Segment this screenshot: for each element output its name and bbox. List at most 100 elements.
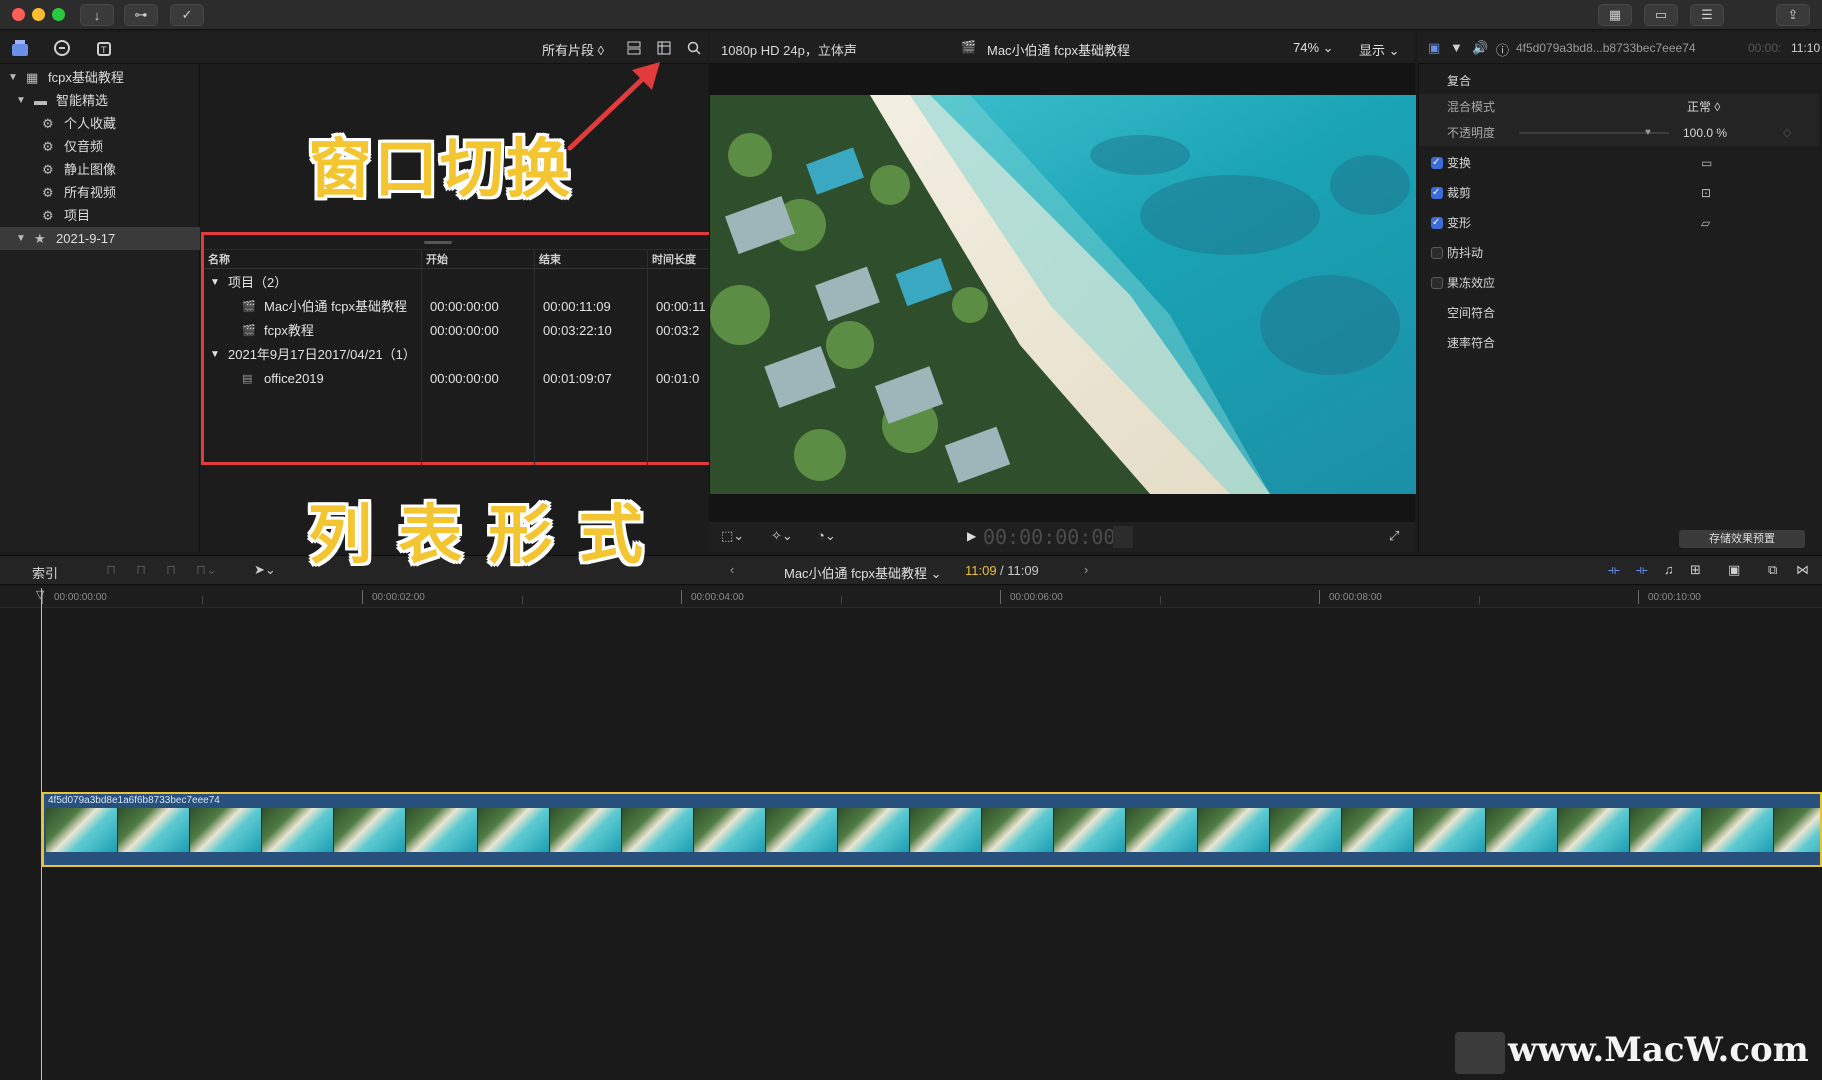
libraries-icon[interactable] — [10, 38, 30, 58]
forward-arrow-icon[interactable]: › — [1084, 562, 1088, 577]
smart-collection-item[interactable]: ⚙ 仅音频 — [0, 135, 200, 158]
info-inspector-icon[interactable]: ⓘ — [1496, 40, 1509, 59]
search-icon[interactable] — [686, 40, 702, 56]
effect-row-rolling-shutter[interactable]: 果冻效应 — [1419, 270, 1819, 296]
column-header-start[interactable]: 开始 — [426, 251, 448, 267]
column-header-duration[interactable]: 时间长度 — [652, 251, 696, 267]
list-group-row[interactable]: ▼ 项目（2） — [204, 271, 712, 295]
timeline-clip[interactable]: 4f5d079a3bd8e1a6f6b8733bec7eee74 — [42, 792, 1822, 867]
transform-checkbox[interactable] — [1431, 150, 1443, 176]
connect-clip-icon[interactable]: ⊓ — [106, 562, 116, 578]
photos-audio-icon[interactable] — [52, 38, 72, 58]
clip-appearance-icon[interactable]: ▣ — [1728, 562, 1740, 578]
overwrite-clip-icon[interactable]: ⊓⌄ — [196, 562, 217, 578]
select-tool-icon[interactable]: ➤⌄ — [254, 562, 276, 578]
opacity-slider-knob[interactable]: ♥ — [1645, 120, 1651, 146]
resize-handle[interactable] — [424, 241, 452, 244]
minimize-window-button[interactable] — [32, 8, 45, 21]
effect-row-crop[interactable]: 裁剪 ⊡ — [1419, 180, 1819, 206]
skimming-icon[interactable]: ⟛ — [1608, 562, 1620, 578]
video-inspector-icon[interactable]: ▣ — [1428, 40, 1440, 56]
crop-checkbox[interactable] — [1431, 180, 1443, 206]
insert-clip-icon[interactable]: ⊓ — [136, 562, 146, 578]
smart-collection-item[interactable]: ⚙ 静止图像 — [0, 158, 200, 181]
disclosure-triangle-icon[interactable]: ▼ — [16, 89, 26, 112]
effect-row-transform[interactable]: 变换 ▭ — [1419, 150, 1819, 176]
keywords-button[interactable]: ⊶ — [124, 4, 158, 26]
effect-row-stabilization[interactable]: 防抖动 — [1419, 240, 1819, 266]
clip-thumbnail — [46, 808, 118, 852]
play-icon[interactable]: ▶ — [967, 529, 976, 543]
back-arrow-icon[interactable]: ‹ — [730, 562, 734, 577]
transitions-browser-icon[interactable]: ⋈ — [1796, 562, 1809, 578]
timeline-index-button[interactable]: 索引 — [32, 563, 58, 582]
snapping-icon[interactable]: ⊞ — [1690, 562, 1701, 578]
blend-mode-row[interactable]: 混合模式 正常 ◊ — [1419, 94, 1819, 120]
solo-headphones-icon[interactable]: ♫ — [1664, 562, 1674, 577]
smart-collection-item[interactable]: ⚙ 项目 — [0, 204, 200, 227]
layout-view-button[interactable]: ▭ — [1644, 4, 1678, 26]
list-view-icon[interactable] — [656, 40, 672, 56]
opacity-row[interactable]: 不透明度 ♥ 100.0 % ◇ — [1419, 120, 1819, 146]
list-item[interactable]: 🎬 fcpx教程 00:00:00:00 00:03:22:10 00:03:2 — [204, 319, 712, 343]
crop-onscreen-icon[interactable]: ⊡ — [1701, 180, 1711, 206]
disclosure-triangle-icon[interactable]: ▼ — [16, 227, 26, 250]
grid-icon: ▦ — [1608, 7, 1622, 22]
disclosure-triangle-icon[interactable]: ▼ — [210, 343, 220, 367]
disclosure-triangle-icon[interactable]: ▼ — [210, 271, 220, 295]
close-window-button[interactable] — [12, 8, 25, 21]
keyframe-icon[interactable]: ◇ — [1783, 120, 1791, 146]
effect-row-distort[interactable]: 变形 ▱ — [1419, 210, 1819, 236]
enhance-menu[interactable]: ✧⌄ — [771, 528, 793, 544]
list-item[interactable]: ▤ office2019 00:00:00:00 00:01:09:07 00:… — [204, 367, 712, 391]
stabilization-checkbox[interactable] — [1431, 247, 1443, 259]
clip-thumbnail — [118, 808, 190, 852]
clip-thumbnail — [406, 808, 478, 852]
clip-thumbnail — [478, 808, 550, 852]
list-item[interactable]: 🎬 Mac小伯通 fcpx基础教程 00:00:00:00 00:00:11:0… — [204, 295, 712, 319]
append-clip-icon[interactable]: ⊓ — [166, 562, 176, 578]
rate-conform-row[interactable]: 速率符合 — [1419, 330, 1819, 356]
share-button[interactable]: ⇪ — [1776, 4, 1810, 26]
column-header-name[interactable]: 名称 — [208, 251, 230, 267]
smart-collections-folder[interactable]: ▼ ▬ 智能精选 — [0, 89, 200, 112]
import-button[interactable]: ↓ — [80, 4, 114, 26]
spatial-conform-row[interactable]: 空间符合 — [1419, 300, 1819, 326]
titles-generators-icon[interactable]: T — [94, 38, 114, 58]
retime-menu[interactable]: ◔⌄ — [817, 528, 836, 544]
list-group-row[interactable]: ▼ 2021年9月17日2017/04/21（1） — [204, 343, 712, 367]
zoom-window-button[interactable] — [52, 8, 65, 21]
distort-checkbox[interactable] — [1431, 210, 1443, 236]
smart-collection-item[interactable]: ⚙ 所有视频 — [0, 181, 200, 204]
blend-mode-dropdown[interactable]: 正常 ◊ — [1687, 94, 1720, 120]
transform-onscreen-icon[interactable]: ▭ — [1701, 150, 1712, 176]
color-inspector-icon[interactable]: ▼ — [1450, 40, 1463, 55]
opacity-value[interactable]: 100.0 % — [1683, 120, 1727, 146]
display-options-dropdown[interactable]: 显示 ⌄ — [1359, 40, 1400, 59]
inspector-toggle-button[interactable]: ☰ — [1690, 4, 1724, 26]
ruler-tick-minor — [202, 596, 203, 604]
clip-thumbnail — [1774, 808, 1820, 852]
disclosure-triangle-icon[interactable]: ▼ — [8, 66, 18, 89]
layout-grid-button[interactable]: ▦ — [1598, 4, 1632, 26]
save-effects-preset-button[interactable]: 存储效果预置 — [1679, 530, 1805, 548]
rolling-shutter-checkbox[interactable] — [1431, 277, 1443, 289]
distort-onscreen-icon[interactable]: ▱ — [1701, 210, 1710, 236]
transform-crop-menu[interactable]: ⬚⌄ — [721, 528, 744, 544]
filmstrip-view-icon[interactable] — [626, 40, 642, 56]
fullscreen-icon[interactable]: ⤢ — [1389, 528, 1399, 544]
ruler-tick-minor — [522, 596, 523, 604]
column-header-end[interactable]: 结束 — [539, 251, 561, 267]
timeline-project-dropdown[interactable]: Mac小伯通 fcpx基础教程 ⌄ — [784, 563, 942, 582]
playhead-marker-icon[interactable]: ▽ — [36, 588, 44, 601]
effects-browser-icon[interactable]: ⧉ — [1768, 562, 1777, 578]
audio-skimming-icon[interactable]: ⟛ — [1636, 562, 1648, 578]
ruler-tick-minor — [1479, 596, 1480, 604]
zoom-dropdown[interactable]: 74% ⌄ — [1293, 40, 1334, 56]
background-tasks-button[interactable]: ✓ — [170, 4, 204, 26]
timeline-ruler[interactable]: 00:00:00:00 00:00:02:00 00:00:04:00 00:0… — [0, 586, 1822, 608]
library-root-item[interactable]: ▼ ▦ fcpx基础教程 — [0, 66, 200, 89]
event-item-selected[interactable]: ▼ ★ 2021-9-17 — [0, 227, 200, 250]
audio-inspector-icon[interactable]: 🔊 — [1472, 40, 1488, 56]
smart-collection-item[interactable]: ⚙ 个人收藏 — [0, 112, 200, 135]
